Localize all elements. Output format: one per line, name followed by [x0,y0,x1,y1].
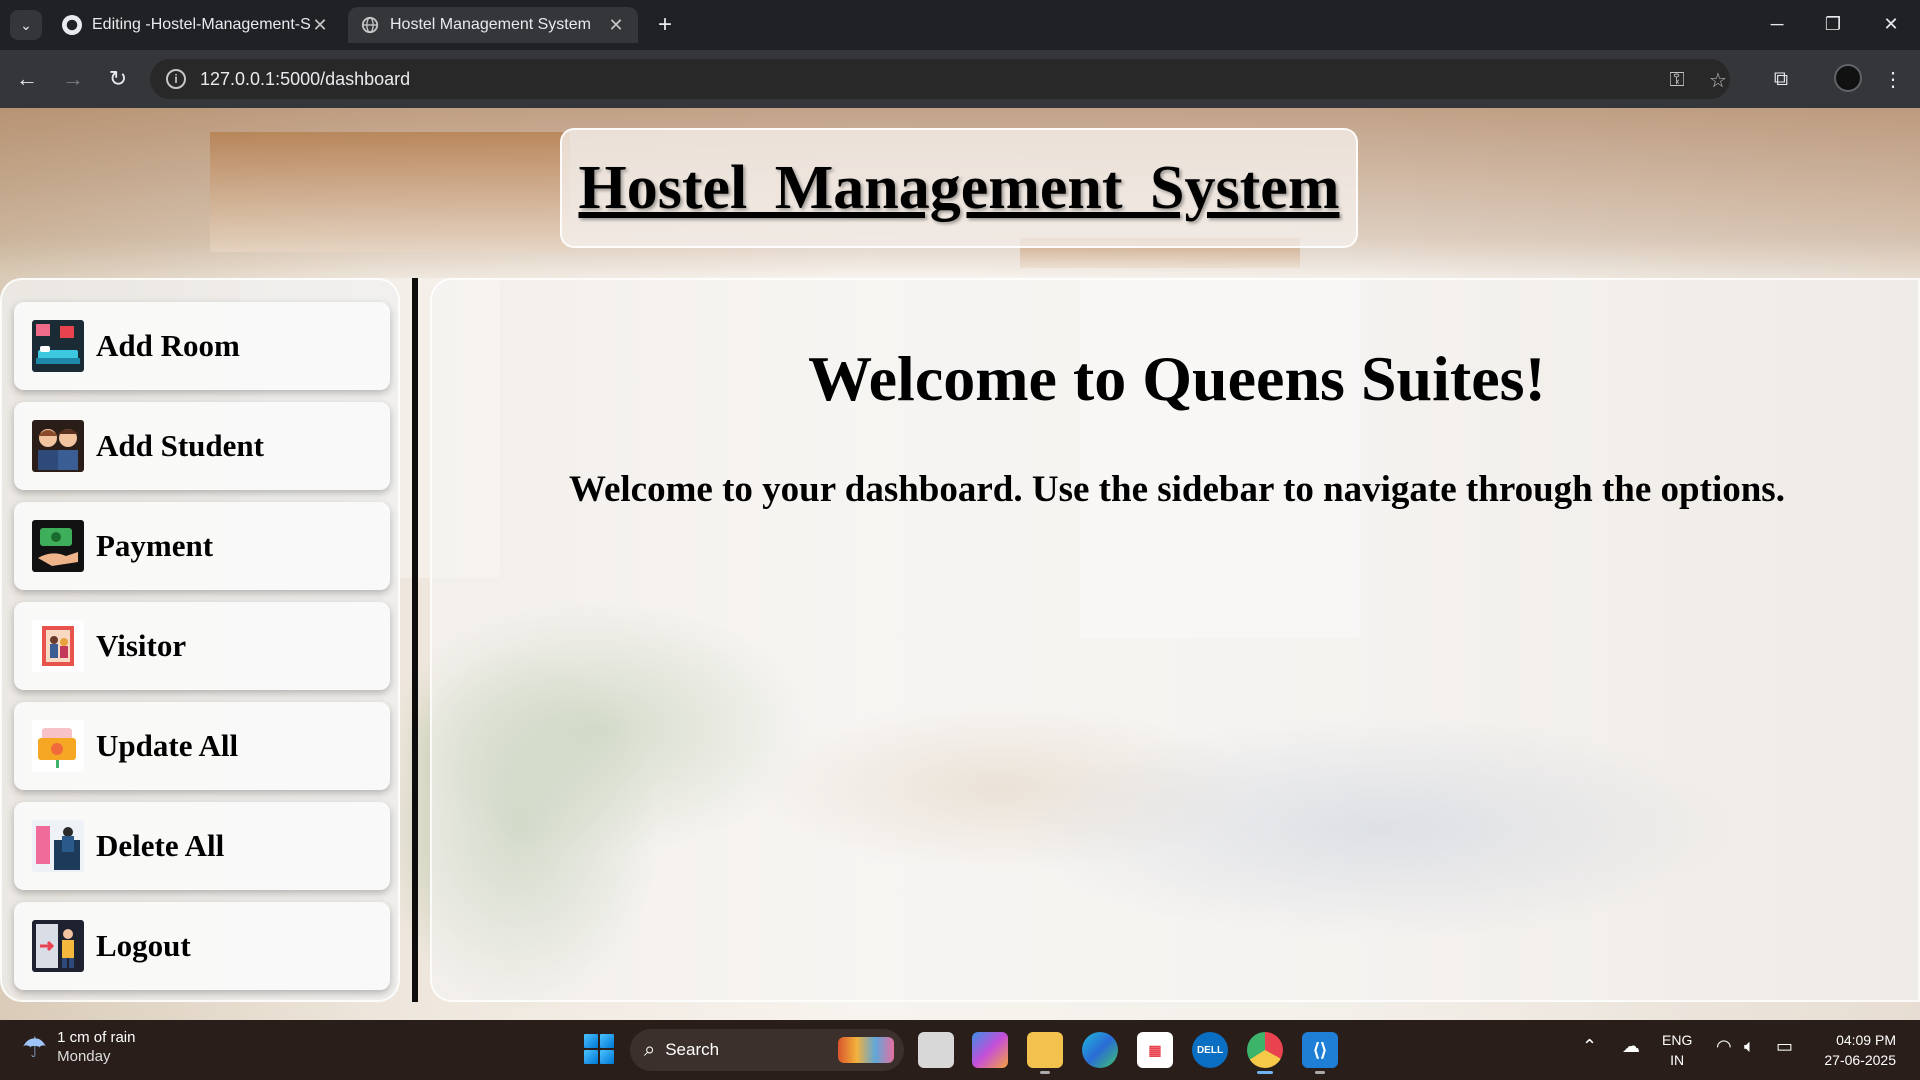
umbrella-rain-icon: ☂ [22,1031,48,1063]
header-banner: Hostel Management System [560,128,1358,248]
welcome-heading: Welcome to Queens Suites! [808,343,1546,414]
main-content: Welcome to Queens Suites! Welcome to you… [430,278,1920,1002]
tab-editing-repo[interactable]: Editing -Hostel-Management-S ✕ [50,7,342,43]
sidebar-item-label: Visitor [96,628,187,663]
search-highlight-image [838,1037,894,1063]
background-blind [210,132,570,252]
sidebar-item-label: Payment [96,528,214,563]
password-key-icon[interactable]: ⚿ [1662,65,1692,95]
volume-icon[interactable]: 🔈︎ [1744,1036,1755,1057]
visitor-icon [32,620,84,672]
close-tab-icon[interactable]: ✕ [606,15,626,36]
sidebar-item-delete-all[interactable]: Delete All [14,802,390,890]
language-code: ENG [1662,1032,1693,1048]
payment-hand-icon [32,520,84,572]
github-icon [62,15,82,35]
weather-summary: 1 cm of rain [57,1029,136,1046]
cloud-offline-icon[interactable]: ☁ [1622,1036,1640,1057]
tab-hostel-management[interactable]: Hostel Management System ✕ [348,7,638,43]
sidebar-item-label: Add Student [96,428,264,463]
browser-toolbar: ← → ↻ i 127.0.0.1:5000/dashboard ⚿ ☆ ⧉ ⋮ [0,50,1920,108]
copilot-icon[interactable] [972,1032,1008,1068]
sidebar: Add Room Add Student Payment Visitor Upd… [0,278,400,1002]
welcome-text: Welcome to your dashboard. Use the sideb… [569,469,1785,510]
sidebar-item-update-all[interactable]: Update All [14,702,390,790]
tab-title: Hostel Management System [390,16,591,33]
sidebar-divider [412,278,418,1002]
chrome-icon[interactable] [1247,1032,1283,1074]
browser-menu-icon[interactable]: ⋮ [1878,64,1908,94]
tab-search-button[interactable]: ⌄ [10,10,42,40]
restore-icon[interactable]: ❐ [1809,8,1857,40]
edge-browser-icon[interactable] [1082,1032,1118,1068]
extensions-puzzle-icon[interactable]: ⧉ [1766,64,1796,94]
students-icon [32,420,84,472]
region-code: IN [1670,1052,1685,1068]
room-bed-icon [32,320,84,372]
reload-icon[interactable]: ↻ [103,64,133,94]
update-folder-icon [32,720,84,772]
sidebar-item-label: Update All [96,728,239,763]
close-window-icon[interactable]: ✕ [1867,8,1915,40]
new-tab-button[interactable]: + [650,10,680,40]
page-title: Hostel Management System [578,153,1340,222]
sidebar-item-logout[interactable]: Logout [14,902,390,990]
sidebar-item-visitor[interactable]: Visitor [14,602,390,690]
battery-icon[interactable]: ▭ [1776,1036,1793,1057]
clock-date: 27-06-2025 [1824,1052,1896,1068]
tab-title: Editing -Hostel-Management-S [92,16,310,33]
logout-door-icon [32,920,84,972]
sidebar-item-add-student[interactable]: Add Student [14,402,390,490]
taskbar: ☂ 1 cm of rain Monday ⌕ Search ▦ DELL ⟨⟩… [0,1020,1920,1080]
vscode-icon[interactable]: ⟨⟩ [1302,1032,1338,1074]
browser-tabstrip: ⌄ Editing -Hostel-Management-S ✕ Hostel … [0,0,1920,50]
taskbar-search[interactable]: ⌕ Search [630,1029,904,1071]
delete-bin-icon [32,820,84,872]
globe-icon [360,15,380,35]
sidebar-item-label: Logout [96,928,191,963]
address-bar[interactable]: i 127.0.0.1:5000/dashboard [150,59,1730,99]
bookmark-star-icon[interactable]: ☆ [1703,65,1733,95]
search-label: Search [665,1040,720,1059]
clock-time: 04:09 PM [1836,1032,1896,1048]
site-info-icon[interactable]: i [166,69,186,89]
task-view-icon[interactable] [918,1032,954,1068]
minimize-icon[interactable]: ─ [1753,8,1801,40]
microsoft-store-icon[interactable]: ▦ [1137,1032,1173,1068]
wifi-icon[interactable]: ◠ [1716,1036,1732,1057]
page-viewport: Hostel Management System Add Room Add St… [0,108,1920,1020]
system-clock[interactable]: 04:09 PM 27-06-2025 [1812,1030,1896,1070]
weather-widget[interactable]: ☂ 1 cm of rain Monday [22,1028,135,1066]
sidebar-item-payment[interactable]: Payment [14,502,390,590]
language-indicator[interactable]: ENG IN [1662,1030,1692,1070]
back-arrow-icon[interactable]: ← [12,64,42,94]
search-icon: ⌕ [644,1038,656,1061]
sidebar-item-label: Delete All [96,828,225,863]
file-explorer-icon[interactable] [1027,1032,1063,1074]
dell-icon[interactable]: DELL [1192,1032,1228,1068]
sidebar-item-label: Add Room [96,328,240,363]
sidebar-item-add-room[interactable]: Add Room [14,302,390,390]
chevron-up-icon[interactable]: ⌃ [1582,1036,1597,1057]
forward-arrow-icon[interactable]: → [58,64,88,94]
profile-avatar[interactable] [1834,64,1862,92]
close-tab-icon[interactable]: ✕ [310,15,330,36]
weather-day: Monday [57,1048,111,1065]
windows-start-icon[interactable] [584,1034,614,1064]
url-text: 127.0.0.1:5000/dashboard [200,68,411,89]
